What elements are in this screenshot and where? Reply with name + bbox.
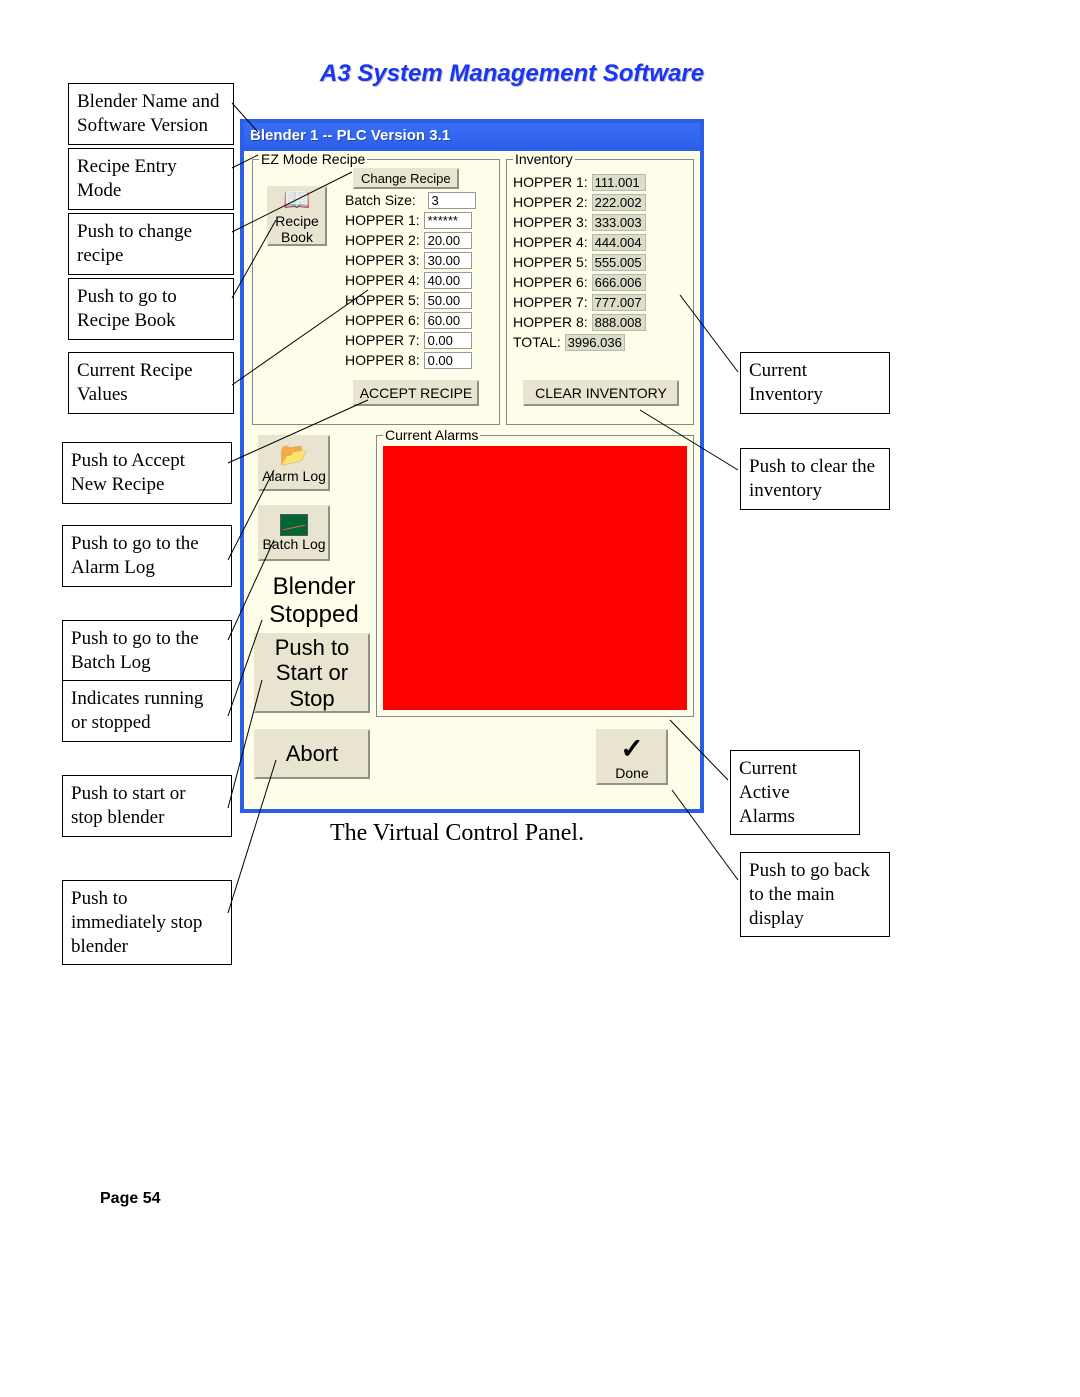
inv-value: 333.003 xyxy=(592,214,646,231)
callout-blender-name: Blender Name and Software Version xyxy=(68,83,234,145)
inv-value: 222.002 xyxy=(592,194,646,211)
recipe-book-button[interactable]: 📖 Recipe Book xyxy=(267,186,327,246)
inv-label: HOPPER 3: xyxy=(513,214,588,230)
recipe-value[interactable]: 50.00 xyxy=(424,292,472,309)
callout-push-change: Push to change recipe xyxy=(68,213,234,275)
inv-label: HOPPER 5: xyxy=(513,254,588,270)
figure-caption: The Virtual Control Panel. xyxy=(330,820,584,847)
recipe-label: HOPPER 4: xyxy=(345,272,420,288)
inv-label: TOTAL: xyxy=(513,334,561,350)
callout-active-alarms: Current Active Alarms xyxy=(730,750,860,835)
recipe-label: HOPPER 6: xyxy=(345,312,420,328)
inv-label: HOPPER 4: xyxy=(513,234,588,250)
book-icon: 📖 xyxy=(283,187,310,212)
callout-push-accept: Push to Accept New Recipe xyxy=(62,442,232,504)
alarm-log-button[interactable]: 📂 Alarm Log xyxy=(258,435,330,491)
callout-push-alarm: Push to go to the Alarm Log xyxy=(62,525,232,587)
callout-push-abort: Push to immediately stop blender xyxy=(62,880,232,965)
alarms-legend: Current Alarms xyxy=(383,427,480,443)
ez-mode-legend: EZ Mode Recipe xyxy=(259,151,367,167)
change-recipe-button[interactable]: Change Recipe xyxy=(353,168,459,189)
done-button[interactable]: ✓ Done xyxy=(596,729,668,785)
page-number: Page 54 xyxy=(100,1190,160,1208)
inv-label: HOPPER 8: xyxy=(513,314,588,330)
accept-recipe-button[interactable]: ACCEPT RECIPE xyxy=(353,380,479,406)
alarms-fieldset: Current Alarms xyxy=(376,435,694,717)
inv-value: 444.004 xyxy=(592,234,646,251)
callout-indicates: Indicates running or stopped xyxy=(62,680,232,742)
recipe-label: HOPPER 3: xyxy=(345,252,420,268)
inv-value: 666.006 xyxy=(592,274,646,291)
callout-push-done: Push to go back to the main display xyxy=(740,852,890,937)
recipe-value[interactable]: 60.00 xyxy=(424,312,472,329)
inventory-legend: Inventory xyxy=(513,151,575,167)
recipe-label: HOPPER 5: xyxy=(345,292,420,308)
callout-recipe-entry: Recipe Entry Mode xyxy=(68,148,234,210)
callout-push-start: Push to start or stop blender xyxy=(62,775,232,837)
recipe-book-label: Recipe Book xyxy=(275,213,319,245)
callout-push-clear: Push to clear the inventory xyxy=(740,448,890,510)
batch-log-button[interactable]: Batch Log xyxy=(258,505,330,561)
recipe-value[interactable]: 20.00 xyxy=(424,232,472,249)
recipe-value[interactable]: 0.00 xyxy=(424,332,472,349)
inv-label: HOPPER 7: xyxy=(513,294,588,310)
folder-icon: 📂 xyxy=(280,442,307,467)
recipe-label: HOPPER 2: xyxy=(345,232,420,248)
callout-push-recipe-book: Push to go to Recipe Book xyxy=(68,278,234,340)
recipe-label: HOPPER 7: xyxy=(345,332,420,348)
recipe-value[interactable]: 0.00 xyxy=(424,352,472,369)
graph-icon xyxy=(280,514,308,536)
inv-label: HOPPER 6: xyxy=(513,274,588,290)
batch-size-label: Batch Size: xyxy=(345,192,416,208)
doc-header: A3 System Management Software xyxy=(320,60,704,88)
inv-value: 555.005 xyxy=(592,254,646,271)
vcp-window: Blender 1 -- PLC Version 3.1 EZ Mode Rec… xyxy=(240,119,704,813)
alarm-log-label: Alarm Log xyxy=(262,468,326,484)
inv-value: 888.008 xyxy=(592,314,646,331)
clear-inventory-button[interactable]: CLEAR INVENTORY xyxy=(523,380,679,406)
alarm-panel xyxy=(383,446,687,710)
inv-value: 3996.036 xyxy=(565,334,625,351)
blender-status: Blender Stopped xyxy=(260,573,368,628)
recipe-value[interactable]: ****** xyxy=(424,212,472,229)
check-icon: ✓ xyxy=(620,733,643,765)
recipe-label: HOPPER 1: xyxy=(345,212,420,228)
ez-mode-fieldset: EZ Mode Recipe Change Recipe 📖 Recipe Bo… xyxy=(252,159,500,425)
batch-log-label: Batch Log xyxy=(262,536,325,552)
start-stop-button[interactable]: Push to Start or Stop xyxy=(254,633,370,713)
inv-value: 111.001 xyxy=(592,174,646,191)
inventory-fieldset: Inventory HOPPER 1: 111.001 HOPPER 2: 22… xyxy=(506,159,694,425)
callout-current-recipe: Current Recipe Values xyxy=(68,352,234,414)
inv-label: HOPPER 1: xyxy=(513,174,588,190)
recipe-label: HOPPER 8: xyxy=(345,352,420,368)
inv-label: HOPPER 2: xyxy=(513,194,588,210)
batch-size-value[interactable]: 3 xyxy=(428,192,476,209)
callout-push-batch: Push to go to the Batch Log xyxy=(62,620,232,682)
recipe-value[interactable]: 30.00 xyxy=(424,252,472,269)
done-label: Done xyxy=(615,765,648,781)
abort-button[interactable]: Abort xyxy=(254,729,370,779)
inv-value: 777.007 xyxy=(592,294,646,311)
callout-current-inventory: Current Inventory xyxy=(740,352,890,414)
recipe-value[interactable]: 40.00 xyxy=(424,272,472,289)
titlebar: Blender 1 -- PLC Version 3.1 xyxy=(244,123,700,151)
